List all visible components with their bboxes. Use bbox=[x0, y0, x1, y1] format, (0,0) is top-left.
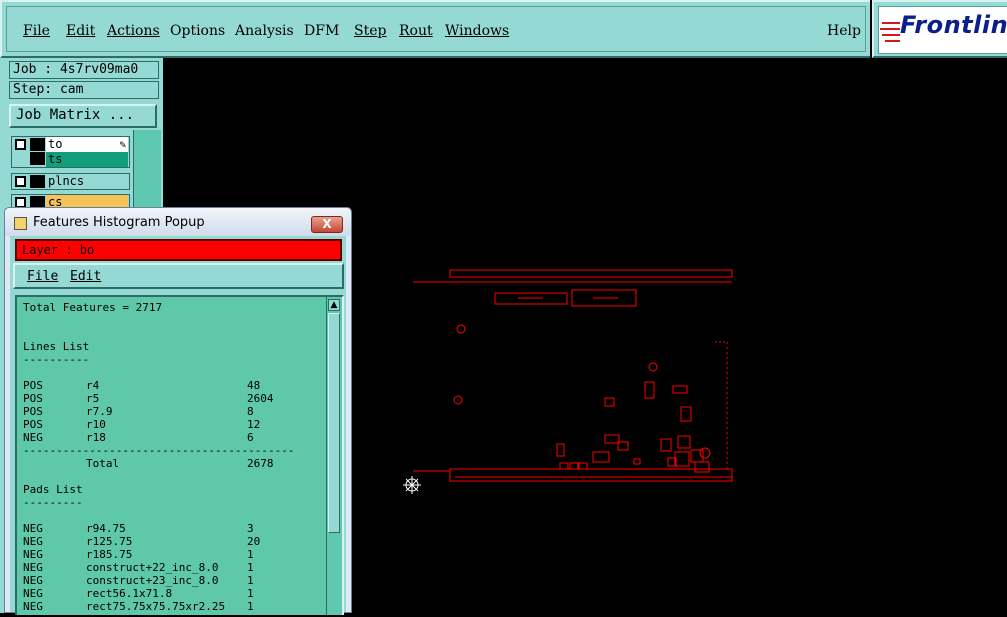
layer-row[interactable]: to ✎ bbox=[11, 136, 130, 153]
logo-streak bbox=[882, 22, 900, 24]
menu-dfm[interactable]: DFM bbox=[304, 23, 339, 39]
edit-pencil-icon: ✎ bbox=[119, 138, 126, 151]
board-features bbox=[413, 269, 733, 482]
popup-menu-file[interactable]: File bbox=[27, 269, 58, 284]
list-item: POS r4 48 bbox=[23, 379, 261, 392]
popup-menubar: File Edit bbox=[13, 263, 344, 289]
close-button[interactable]: X bbox=[311, 216, 343, 233]
popup-menu-edit[interactable]: Edit bbox=[70, 269, 101, 284]
pads-heading: Pads List bbox=[23, 483, 83, 496]
list-item: NEG r125.75 20 bbox=[23, 535, 261, 548]
layer-row[interactable]: plncs bbox=[11, 173, 130, 190]
pads-underline: --------- bbox=[23, 496, 83, 509]
menu-step[interactable]: Step bbox=[354, 23, 386, 39]
component bbox=[578, 462, 588, 470]
scroll-up-icon[interactable]: ▲ bbox=[328, 299, 340, 311]
histogram-text: Total Features = 2717 Lines List -------… bbox=[23, 301, 323, 613]
logo-streak bbox=[882, 34, 900, 36]
component bbox=[644, 381, 655, 399]
layer-name: ts bbox=[46, 152, 128, 167]
list-item: NEG construct+22_inc_8.0 1 bbox=[23, 561, 254, 574]
layer-color-swatch bbox=[30, 175, 45, 188]
list-item: NEG construct+23_inc_8.0 1 bbox=[23, 574, 254, 587]
mounting-hole bbox=[456, 324, 466, 334]
list-item: POS r5 2604 bbox=[23, 392, 274, 405]
menu-file[interactable]: File bbox=[23, 23, 50, 39]
component bbox=[694, 461, 710, 473]
layer-checkbox[interactable] bbox=[15, 139, 26, 150]
menu-windows[interactable]: Windows bbox=[445, 23, 509, 39]
popup-title: Features Histogram Popup bbox=[33, 215, 205, 230]
logo-text: Frontline bbox=[900, 11, 1007, 39]
list-item: NEG r18 6 bbox=[23, 431, 254, 444]
menu-options[interactable]: Options bbox=[170, 23, 225, 39]
origin-marker-icon bbox=[403, 476, 421, 494]
list-item: NEG r94.75 3 bbox=[23, 522, 254, 535]
component bbox=[556, 443, 565, 457]
features-histogram-popup: Features Histogram Popup X Layer : bo Fi… bbox=[4, 207, 352, 615]
top-rail bbox=[449, 269, 733, 278]
component bbox=[672, 385, 688, 394]
layer-checkbox[interactable] bbox=[15, 176, 26, 187]
layer-indicator: Layer : bo bbox=[15, 239, 342, 261]
component bbox=[633, 458, 641, 465]
lines-total: Total 2678 bbox=[86, 457, 274, 470]
list-item: POS r10 12 bbox=[23, 418, 261, 431]
menubar: File Edit Actions Options Analysis DFM S… bbox=[0, 0, 870, 58]
step-name: Step: cam bbox=[9, 81, 159, 99]
component bbox=[699, 447, 711, 459]
logo-streak bbox=[885, 40, 900, 42]
component bbox=[680, 406, 692, 422]
layer-name: to ✎ bbox=[46, 137, 128, 152]
menu-rout[interactable]: Rout bbox=[399, 23, 433, 39]
mounting-hole bbox=[453, 395, 463, 405]
list-item: NEG r185.75 1 bbox=[23, 548, 254, 561]
layer-name: plncs bbox=[46, 174, 128, 189]
window-icon bbox=[14, 217, 27, 230]
component bbox=[660, 438, 672, 452]
job-name: Job : 4s7rv09ma0 bbox=[9, 61, 159, 79]
separator: ----------------------------------------… bbox=[23, 444, 295, 457]
job-matrix-button[interactable]: Job Matrix ... bbox=[9, 104, 157, 128]
popup-body: Layer : bo File Edit Total Features = 27… bbox=[10, 236, 346, 615]
frontline-logo: Frontline bbox=[872, 0, 1007, 58]
menu-analysis[interactable]: Analysis bbox=[235, 23, 294, 39]
list-item: NEG rect56.1x71.8 1 bbox=[23, 587, 254, 600]
menu-actions[interactable]: Actions bbox=[107, 23, 160, 39]
component bbox=[674, 451, 690, 467]
menu-edit[interactable]: Edit bbox=[66, 23, 95, 39]
histogram-scrollbar[interactable]: ▲ bbox=[326, 297, 341, 615]
component bbox=[559, 462, 569, 470]
layer-color-swatch bbox=[30, 138, 45, 151]
lines-heading: Lines List bbox=[23, 340, 90, 353]
popup-titlebar[interactable]: Features Histogram Popup X bbox=[5, 208, 351, 236]
component bbox=[604, 397, 615, 407]
layer-color-swatch bbox=[30, 152, 45, 165]
logo-streak bbox=[880, 28, 900, 30]
list-item: POS r7.9 8 bbox=[23, 405, 254, 418]
total-features: Total Features = 2717 bbox=[23, 301, 163, 314]
bottom-rail bbox=[449, 468, 733, 482]
component bbox=[569, 462, 579, 470]
component bbox=[592, 451, 610, 463]
menu-help[interactable]: Help bbox=[827, 23, 861, 39]
layer-row[interactable]: ts bbox=[11, 152, 130, 168]
mounting-hole bbox=[648, 362, 658, 372]
histogram-list[interactable]: Total Features = 2717 Lines List -------… bbox=[15, 295, 344, 615]
list-item: NEG rect75.75x75.75xr2.25 1 bbox=[23, 600, 254, 613]
component bbox=[604, 434, 620, 444]
lines-underline: ---------- bbox=[23, 353, 90, 366]
component bbox=[677, 435, 691, 449]
scroll-thumb[interactable] bbox=[328, 313, 340, 533]
